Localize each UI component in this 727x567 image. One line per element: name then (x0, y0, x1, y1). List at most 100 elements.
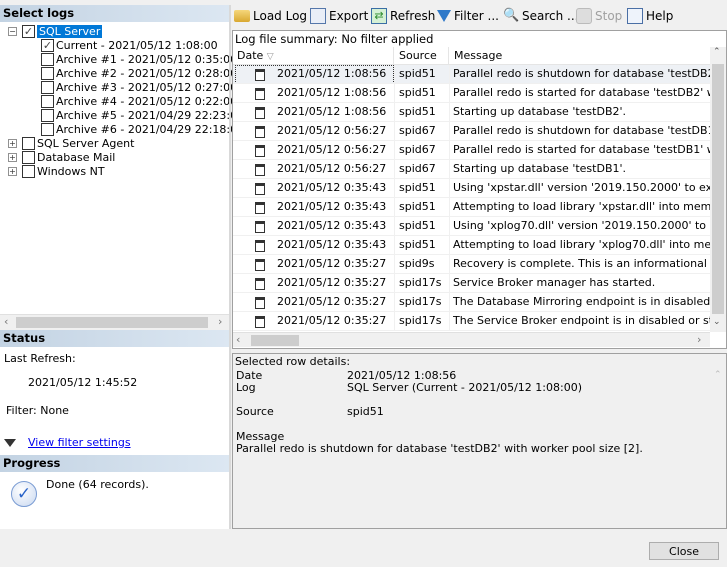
stop-label: Stop (595, 9, 623, 23)
table-row[interactable]: 2021/05/12 1:08:56 spid51 Starting up da… (233, 103, 710, 122)
table-row[interactable]: 2021/05/12 0:56:27 spid67 Parallel redo … (233, 141, 710, 160)
table-row[interactable]: 2021/05/12 0:35:43 spid51 Using 'xplog70… (233, 217, 710, 236)
table-row[interactable]: 2021/05/12 0:35:43 spid51 Attempting to … (233, 236, 710, 255)
checkbox[interactable] (22, 151, 35, 164)
splitter[interactable] (229, 5, 231, 529)
log-entry-icon (255, 183, 265, 195)
scroll-right-icon[interactable]: › (697, 333, 701, 346)
tree-child-node[interactable]: ✓ Current - 2021/05/12 1:08:00 (41, 38, 218, 53)
tree-node[interactable]: + Database Mail (8, 150, 115, 165)
cell-date: 2021/05/12 0:35:27 (277, 314, 387, 327)
checkbox[interactable] (41, 123, 54, 136)
help-button[interactable]: Help (627, 6, 673, 26)
checkbox[interactable] (22, 137, 35, 150)
log-entry-icon (255, 316, 265, 328)
cell-source: spid67 (399, 143, 436, 156)
table-row[interactable]: 2021/05/12 1:08:56 spid51 Parallel redo … (233, 84, 710, 103)
table-row[interactable]: 2021/05/12 0:35:27 spid17s The Service B… (233, 312, 710, 331)
grid-horizontal-scrollbar[interactable]: ‹ › (233, 332, 710, 347)
cell-source: spid67 (399, 124, 436, 137)
expand-icon[interactable]: + (8, 139, 17, 148)
table-row[interactable]: 2021/05/12 0:35:43 spid51 Attempting to … (233, 198, 710, 217)
search-button[interactable]: 🔍 Search ... (503, 6, 578, 26)
tree-child-node[interactable]: Archive #4 - 2021/05/12 0:22:00 (41, 94, 237, 109)
filter-button[interactable]: Filter ... (437, 6, 499, 26)
checkbox[interactable] (41, 53, 54, 66)
collapse-icon[interactable]: − (8, 27, 17, 36)
scroll-thumb[interactable] (16, 317, 208, 328)
scroll-right-icon[interactable]: › (218, 315, 222, 328)
load-log-label: Load Log (253, 9, 308, 23)
log-entry-icon (255, 88, 265, 100)
tree-node[interactable]: + SQL Server Agent (8, 136, 134, 151)
checkbox[interactable]: ✓ (22, 25, 35, 38)
table-row[interactable]: 2021/05/12 0:56:27 spid67 Starting up da… (233, 160, 710, 179)
tree-child-node[interactable]: Archive #6 - 2021/04/29 22:18:00 (41, 122, 244, 137)
tree-child-node[interactable]: Archive #2 - 2021/05/12 0:28:00 (41, 66, 237, 81)
tree-node[interactable]: + Windows NT (8, 164, 105, 179)
tree-child-node[interactable]: Archive #5 - 2021/04/29 22:23:00 (41, 108, 244, 123)
cell-date: 2021/05/12 0:35:27 (277, 276, 387, 289)
tree-horizontal-scrollbar[interactable]: ‹ › (0, 314, 229, 329)
cell-date: 2021/05/12 0:35:43 (277, 238, 387, 251)
checkbox[interactable]: ✓ (41, 39, 54, 52)
refresh-button[interactable]: ⇄ Refresh (371, 6, 435, 26)
scroll-left-icon[interactable]: ‹ (236, 333, 240, 346)
cell-message: The Service Broker endpoint is in disabl… (453, 314, 710, 327)
log-summary: Log file summary: No filter applied (235, 32, 434, 46)
expand-icon[interactable]: + (8, 153, 17, 162)
cell-source: spid51 (399, 181, 436, 194)
details-log-label: Log (236, 381, 256, 394)
checkbox[interactable] (41, 109, 54, 122)
cell-source: spid17s (399, 314, 442, 327)
checkbox[interactable] (41, 81, 54, 94)
view-filter-settings-link[interactable]: View filter settings (28, 436, 131, 449)
cell-date: 2021/05/12 0:35:43 (277, 200, 387, 213)
stop-button[interactable]: Stop (576, 6, 622, 26)
checkbox[interactable] (22, 165, 35, 178)
log-entry-icon (255, 259, 265, 271)
status-panel: Last Refresh: 2021/05/12 1:45:52 Filter:… (0, 347, 229, 455)
column-header-source[interactable]: Source (394, 47, 449, 65)
filter-status: Filter: None (6, 404, 69, 417)
table-row[interactable]: 2021/05/12 0:56:27 spid67 Parallel redo … (233, 122, 710, 141)
table-row[interactable]: 2021/05/12 0:35:43 spid51 Using 'xpstar.… (233, 179, 710, 198)
export-button[interactable]: Export (310, 6, 368, 26)
column-header-date[interactable]: Date ▽ (233, 47, 394, 65)
close-button[interactable]: Close (649, 542, 719, 560)
table-row[interactable]: 2021/05/12 0:35:27 spid17s Service Broke… (233, 274, 710, 293)
scroll-down-icon[interactable]: ⌄ (713, 317, 721, 327)
log-entry-icon (255, 107, 265, 119)
cell-date: 2021/05/12 0:56:27 (277, 124, 387, 137)
scroll-thumb[interactable] (712, 64, 724, 314)
tree-node-label: Archive #3 - 2021/05/12 0:27:00 (56, 81, 238, 94)
tree-child-node[interactable]: Archive #1 - 2021/05/12 0:35:00 (41, 52, 237, 67)
grid-header: Date ▽ Source Message (233, 47, 710, 65)
table-row[interactable]: 2021/05/12 0:35:27 spid17s The Database … (233, 293, 710, 312)
scroll-thumb[interactable] (251, 335, 299, 346)
table-row[interactable]: 2021/05/12 0:35:27 spid9s Recovery is co… (233, 255, 710, 274)
cell-message: Parallel redo is shutdown for database '… (453, 67, 710, 80)
scroll-left-icon[interactable]: ‹ (4, 315, 8, 328)
tree-node[interactable]: − ✓ SQL Server (8, 24, 103, 39)
table-row[interactable]: 2021/05/12 1:08:56 spid51 Parallel redo … (233, 65, 710, 84)
checkbox[interactable] (41, 95, 54, 108)
grid-vertical-scrollbar[interactable]: ⌃ ⌄ (710, 47, 726, 332)
cell-source: spid51 (399, 86, 436, 99)
tree-child-node[interactable]: Archive #3 - 2021/05/12 0:27:00 (41, 80, 237, 95)
details-scrollbar[interactable]: ⌃ (711, 370, 727, 528)
details-message-value: Parallel redo is shutdown for database '… (236, 442, 643, 455)
done-check-icon: ✓ (11, 481, 37, 507)
checkbox[interactable] (41, 67, 54, 80)
cell-source: spid51 (399, 200, 436, 213)
expand-icon[interactable]: + (8, 167, 17, 176)
load-log-button[interactable]: Load Log (234, 6, 307, 26)
scroll-up-icon[interactable]: ⌃ (713, 47, 721, 57)
log-entry-icon (255, 221, 265, 233)
cell-source: spid51 (399, 219, 436, 232)
tree-node-label: Archive #6 - 2021/04/29 22:18:00 (56, 123, 245, 136)
log-grid: Log file summary: No filter applied Date… (232, 30, 727, 349)
tree-node-label: Current - 2021/05/12 1:08:00 (56, 39, 218, 52)
column-header-message[interactable]: Message (449, 47, 710, 65)
log-entry-icon (255, 126, 265, 138)
